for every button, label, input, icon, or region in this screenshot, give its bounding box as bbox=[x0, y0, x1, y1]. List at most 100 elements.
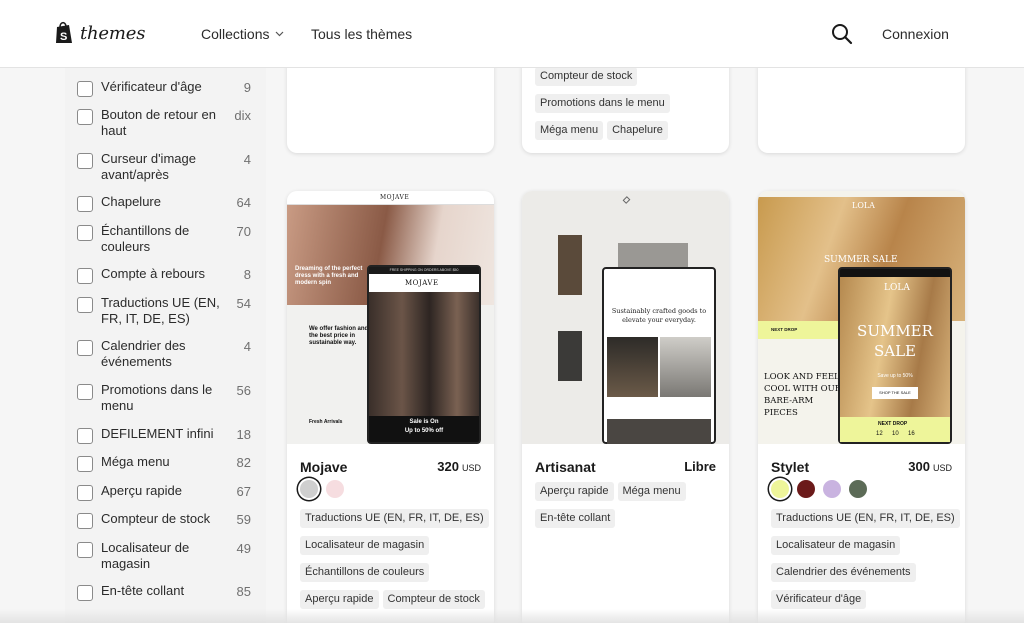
theme-price: Libre bbox=[684, 459, 716, 474]
checkbox[interactable] bbox=[77, 456, 93, 472]
checkbox[interactable] bbox=[77, 340, 93, 356]
feature-tag: Compteur de stock bbox=[535, 67, 638, 86]
filter-label: Échantillons de couleurs bbox=[101, 223, 190, 254]
tag-row: Calendrier des événements bbox=[771, 563, 920, 582]
checkbox[interactable] bbox=[77, 196, 93, 212]
checkbox[interactable] bbox=[77, 542, 93, 558]
mock-shop-button: SHOP THE SALE bbox=[872, 387, 918, 399]
mock-hero-text: Dreaming of the perfect dress with a fre… bbox=[295, 266, 363, 286]
feature-tag: Méga menu bbox=[535, 121, 604, 140]
collections-label: Collections bbox=[201, 26, 270, 42]
color-swatches bbox=[771, 480, 867, 498]
swatch-style-1[interactable] bbox=[771, 480, 789, 498]
filter-label: Méga menu bbox=[101, 454, 170, 469]
filter-back-to-top[interactable]: Bouton de retour en haut dix bbox=[77, 107, 259, 139]
checkbox[interactable] bbox=[77, 384, 93, 400]
theme-card-mojave[interactable]: MOJAVE Dreaming of the perfect dress wit… bbox=[287, 191, 494, 623]
filter-count: 56 bbox=[236, 383, 251, 398]
mock-product-photo bbox=[618, 243, 688, 267]
filter-count: 18 bbox=[236, 427, 251, 442]
checkbox[interactable] bbox=[77, 428, 93, 444]
tag-row: Échantillons de couleurs bbox=[300, 563, 433, 582]
filter-sticky-header[interactable]: En-tête collant 85 bbox=[77, 583, 259, 601]
filter-stock-counter[interactable]: Compteur de stock 59 bbox=[77, 511, 259, 529]
checkbox[interactable] bbox=[77, 153, 93, 169]
filter-event-calendar[interactable]: Calendrier des événements 4 bbox=[77, 338, 259, 370]
filter-quick-view[interactable]: Aperçu rapide 67 bbox=[77, 483, 259, 501]
mock-product-photo bbox=[558, 331, 582, 381]
mock-save-text: Save up to 50% bbox=[877, 373, 913, 379]
checkbox[interactable] bbox=[77, 485, 93, 501]
swatch-style-2[interactable] bbox=[797, 480, 815, 498]
swatch-style-4[interactable] bbox=[849, 480, 867, 498]
mock-nav: MOJAVE bbox=[287, 191, 494, 205]
shopify-themes-logo[interactable]: S themes bbox=[54, 21, 145, 45]
filter-before-after-slider[interactable]: Curseur d'image avant/après 4 bbox=[77, 151, 259, 183]
filter-count: 70 bbox=[236, 224, 251, 239]
filter-countdown[interactable]: Compte à rebours 8 bbox=[77, 266, 259, 284]
theme-preview-mojave[interactable]: MOJAVE Dreaming of the perfect dress wit… bbox=[287, 191, 494, 444]
checkbox[interactable] bbox=[77, 585, 93, 601]
tag-row: Vérificateur d'âge bbox=[771, 590, 870, 609]
mock-summer-sale: SUMMER SALE bbox=[857, 322, 933, 360]
svg-text:S: S bbox=[60, 31, 67, 43]
filter-label: Aperçu rapide bbox=[101, 483, 182, 498]
page: S themes Collections Tous les thèmes Con… bbox=[0, 0, 1024, 623]
checkbox[interactable] bbox=[77, 225, 93, 241]
filter-count: 54 bbox=[236, 296, 251, 311]
checkbox[interactable] bbox=[77, 297, 93, 313]
filter-breadcrumbs[interactable]: Chapelure 64 bbox=[77, 194, 259, 212]
filter-count: 4 bbox=[243, 339, 251, 354]
mock-sale-line-1: Sale is On bbox=[409, 419, 439, 425]
filter-count: 49 bbox=[236, 541, 251, 556]
mock-product-photo bbox=[558, 235, 582, 295]
filter-label: En-tête collant bbox=[101, 583, 185, 598]
swatch-style-2[interactable] bbox=[326, 480, 344, 498]
theme-card-stylet[interactable]: LOLA SUMMER SALE NEXT DROP LOOK AND FEEL… bbox=[758, 191, 965, 623]
feature-tag: Localisateur de magasin bbox=[771, 536, 901, 555]
mock-banner: FREE SHIPPING ON ORDERS ABOVE $50 bbox=[369, 267, 479, 274]
filter-eu-translations[interactable]: Traductions UE (EN, FR, IT, DE, ES) 54 bbox=[77, 295, 259, 327]
checkbox[interactable] bbox=[77, 268, 93, 284]
swatch-style-3[interactable] bbox=[823, 480, 841, 498]
filter-label: Curseur d'image avant/après bbox=[101, 151, 196, 182]
filter-infinite-scroll[interactable]: DEFILEMENT infini 18 bbox=[77, 426, 259, 444]
mobile-mockup: LOLA SUMMER SALE Save up to 50% SHOP THE… bbox=[838, 267, 952, 444]
theme-price: 320 USD bbox=[437, 459, 481, 474]
mock-countdown-1: 12 bbox=[876, 431, 883, 437]
filter-label: DEFILEMENT infini bbox=[101, 426, 214, 441]
theme-preview-artisanat[interactable]: Sustainably crafted goods to elevate you… bbox=[522, 191, 729, 444]
checkbox[interactable] bbox=[77, 81, 93, 97]
collections-menu[interactable]: Collections bbox=[201, 26, 284, 42]
login-link[interactable]: Connexion bbox=[882, 26, 949, 42]
all-themes-link[interactable]: Tous les thèmes bbox=[311, 26, 412, 42]
filter-color-swatches[interactable]: Échantillons de couleurs 70 bbox=[77, 223, 259, 255]
search-icon[interactable] bbox=[830, 22, 854, 46]
filter-mega-menu[interactable]: Méga menu 82 bbox=[77, 454, 259, 472]
mock-brand: LOLA bbox=[852, 201, 875, 210]
filter-count: 64 bbox=[236, 195, 251, 210]
mock-product-photo bbox=[660, 337, 711, 397]
shopify-bag-icon: S bbox=[56, 21, 72, 43]
checkbox[interactable] bbox=[77, 513, 93, 529]
mock-countdown-bar: NEXT DROP 12 10 16 bbox=[840, 417, 950, 442]
theme-card-artisanat[interactable]: Sustainably crafted goods to elevate you… bbox=[522, 191, 729, 623]
theme-name[interactable]: Stylet bbox=[771, 459, 809, 475]
tag-row: Localisateur de magasin bbox=[300, 536, 433, 555]
feature-tag: Méga menu bbox=[617, 482, 686, 501]
tag-row: Compteur de stock bbox=[535, 67, 641, 86]
mock-brand: MOJAVE bbox=[405, 279, 439, 287]
theme-name[interactable]: Mojave bbox=[300, 459, 347, 475]
mock-brand: LOLA bbox=[884, 283, 910, 293]
logo-text: themes bbox=[80, 22, 146, 44]
filter-age-verifier[interactable]: Vérificateur d'âge 9 bbox=[77, 79, 259, 97]
checkbox[interactable] bbox=[77, 109, 93, 125]
price-value: Libre bbox=[684, 459, 716, 474]
filter-store-locator[interactable]: Localisateur de magasin 49 bbox=[77, 540, 259, 572]
mock-brand: MOJAVE bbox=[380, 194, 410, 201]
feature-tag: Aperçu rapide bbox=[535, 482, 614, 501]
filter-menu-promotions[interactable]: Promotions dans le menu 56 bbox=[77, 382, 259, 414]
swatch-style-1[interactable] bbox=[300, 480, 318, 498]
theme-name[interactable]: Artisanat bbox=[535, 459, 596, 475]
theme-preview-stylet[interactable]: LOLA SUMMER SALE NEXT DROP LOOK AND FEEL… bbox=[758, 191, 965, 444]
